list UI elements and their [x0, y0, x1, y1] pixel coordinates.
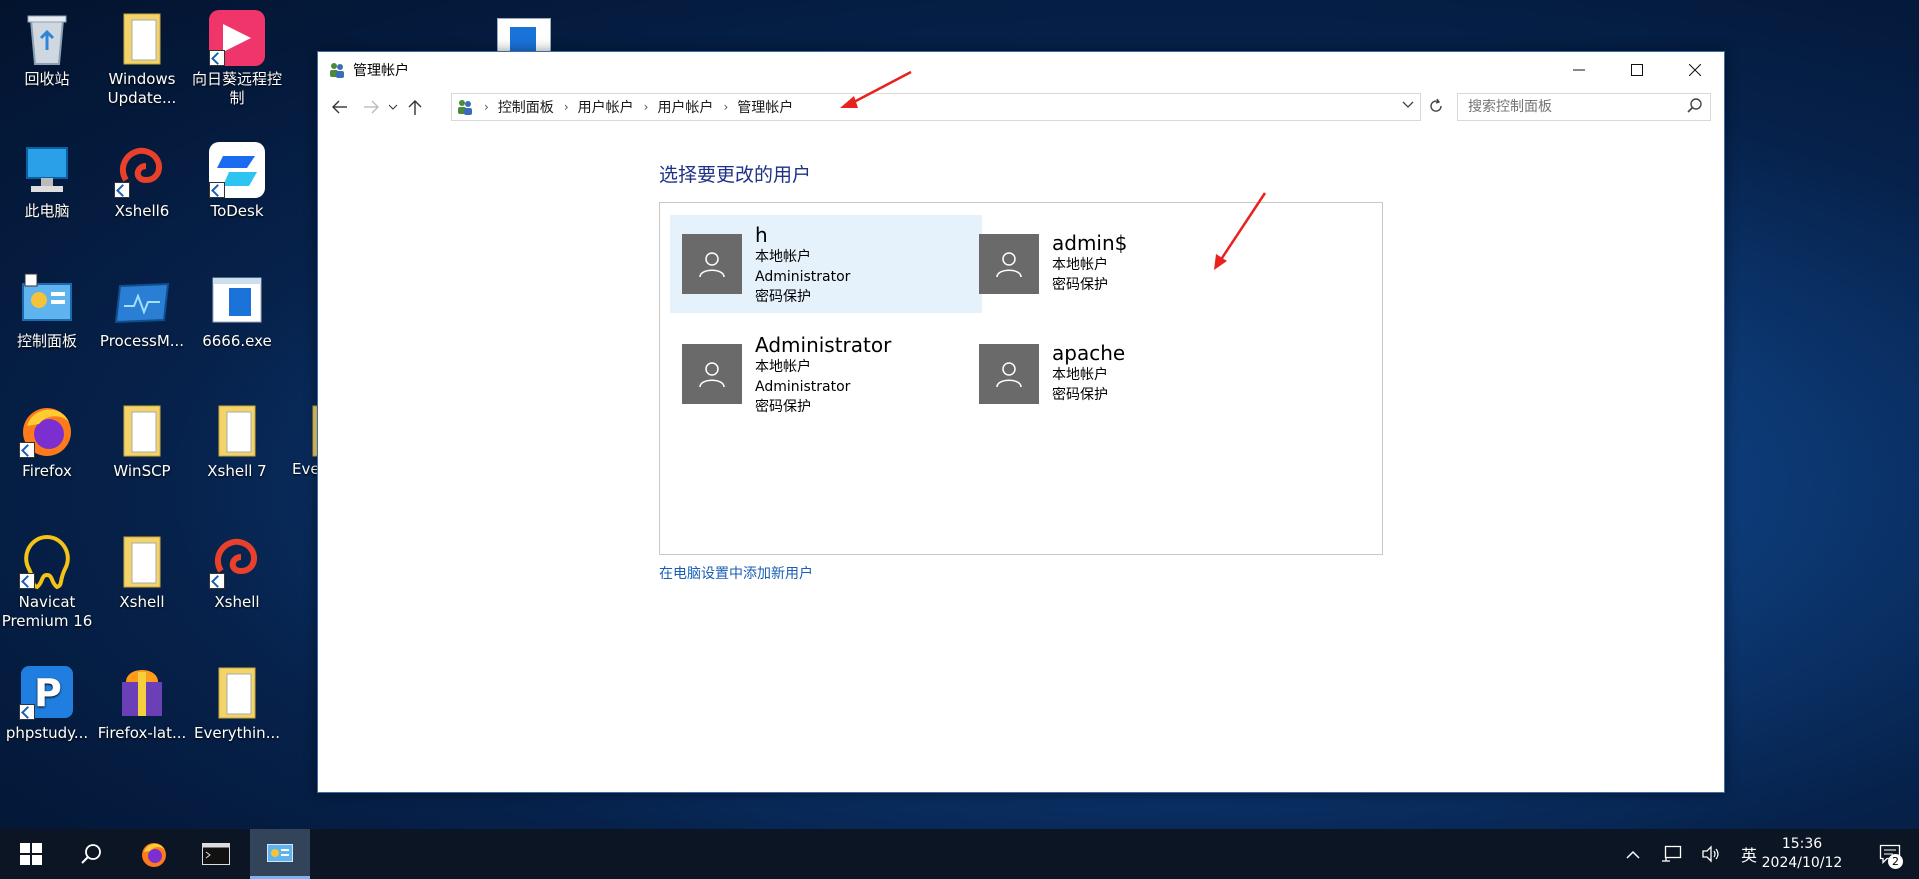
clock-time: 15:36	[1781, 836, 1823, 852]
action-center-button[interactable]: 2	[1868, 829, 1912, 879]
start-button[interactable]	[6, 829, 56, 879]
input-method-label: 英	[1740, 846, 1757, 865]
chevron-up-icon	[1626, 850, 1640, 859]
search-icon	[81, 844, 101, 864]
control-panel-icon	[267, 843, 293, 862]
network-icon	[1662, 845, 1682, 862]
terminal-icon	[202, 843, 230, 865]
taskbar-terminal[interactable]	[191, 829, 241, 879]
windows-logo-icon	[20, 843, 42, 865]
clock-date: 2024/10/12	[1761, 855, 1843, 871]
firefox-icon	[142, 843, 166, 867]
taskbar-firefox[interactable]	[129, 829, 179, 879]
speaker-icon	[1702, 845, 1719, 863]
annotation-arrows	[840, 70, 1267, 270]
volume-button[interactable]	[1696, 829, 1726, 879]
annotation-arrow-breadcrumb	[840, 70, 912, 108]
taskbar: 英 15:36 2024/10/12 2	[0, 829, 1919, 879]
show-hidden-icons-button[interactable]	[1619, 829, 1647, 879]
notification-count-badge: 2	[1888, 854, 1903, 869]
annotation-arrow-admin	[1214, 192, 1267, 270]
clock[interactable]: 15:36 2024/10/12	[1756, 835, 1848, 873]
taskbar-control-panel[interactable]	[250, 829, 310, 879]
network-button[interactable]	[1657, 829, 1687, 879]
taskbar-search-button[interactable]	[66, 829, 116, 879]
